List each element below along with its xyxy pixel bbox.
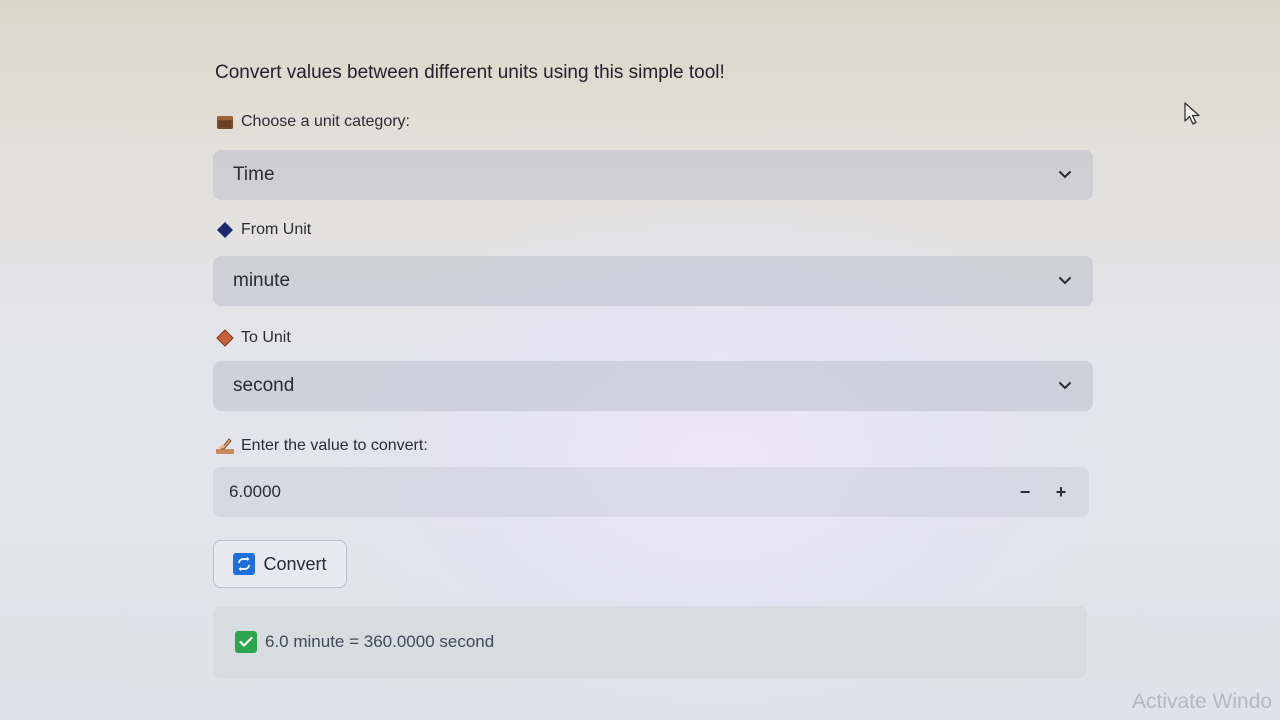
category-selected-value: Time: [233, 164, 275, 185]
value-label-row: Enter the value to convert:: [215, 436, 428, 456]
from-unit-label: From Unit: [241, 221, 312, 238]
category-label-row: Choose a unit category:: [215, 112, 410, 132]
from-unit-label-row: From Unit: [215, 220, 311, 240]
convert-button[interactable]: Convert: [213, 540, 347, 588]
category-select[interactable]: Time: [213, 150, 1093, 200]
orange-diamond-icon: [215, 328, 235, 348]
intro-text: Convert values between different units u…: [215, 62, 725, 83]
check-mark-icon: [235, 631, 257, 653]
to-unit-select[interactable]: second: [213, 361, 1093, 411]
writing-hand-icon: [215, 436, 235, 456]
value-input-field[interactable]: 6.0000: [229, 482, 1007, 502]
convert-button-label: Convert: [263, 553, 327, 574]
to-unit-label-row: To Unit: [215, 328, 291, 348]
value-number-input[interactable]: 6.0000 − +: [213, 467, 1089, 517]
converter-app: Convert values between different units u…: [213, 0, 1093, 720]
blue-diamond-icon: [215, 220, 235, 240]
decrement-button[interactable]: −: [1007, 474, 1043, 510]
value-label: Enter the value to convert:: [241, 437, 428, 454]
increment-button[interactable]: +: [1043, 474, 1079, 510]
result-text: 6.0 minute = 360.0000 second: [265, 632, 495, 651]
activate-windows-watermark: Activate Windo: [1132, 690, 1273, 713]
result-message: 6.0 minute = 360.0000 second: [213, 606, 1087, 678]
package-icon: [215, 112, 235, 132]
from-unit-select[interactable]: minute: [213, 256, 1093, 306]
to-unit-label: To Unit: [241, 329, 291, 346]
chevron-down-icon: [1057, 378, 1073, 394]
from-unit-selected-value: minute: [233, 270, 291, 291]
category-label: Choose a unit category:: [241, 113, 410, 130]
chevron-down-icon: [1057, 273, 1073, 289]
to-unit-selected-value: second: [233, 375, 295, 396]
chevron-down-icon: [1057, 167, 1073, 183]
mouse-pointer-icon: [1184, 102, 1202, 131]
repeat-icon: [233, 553, 256, 575]
